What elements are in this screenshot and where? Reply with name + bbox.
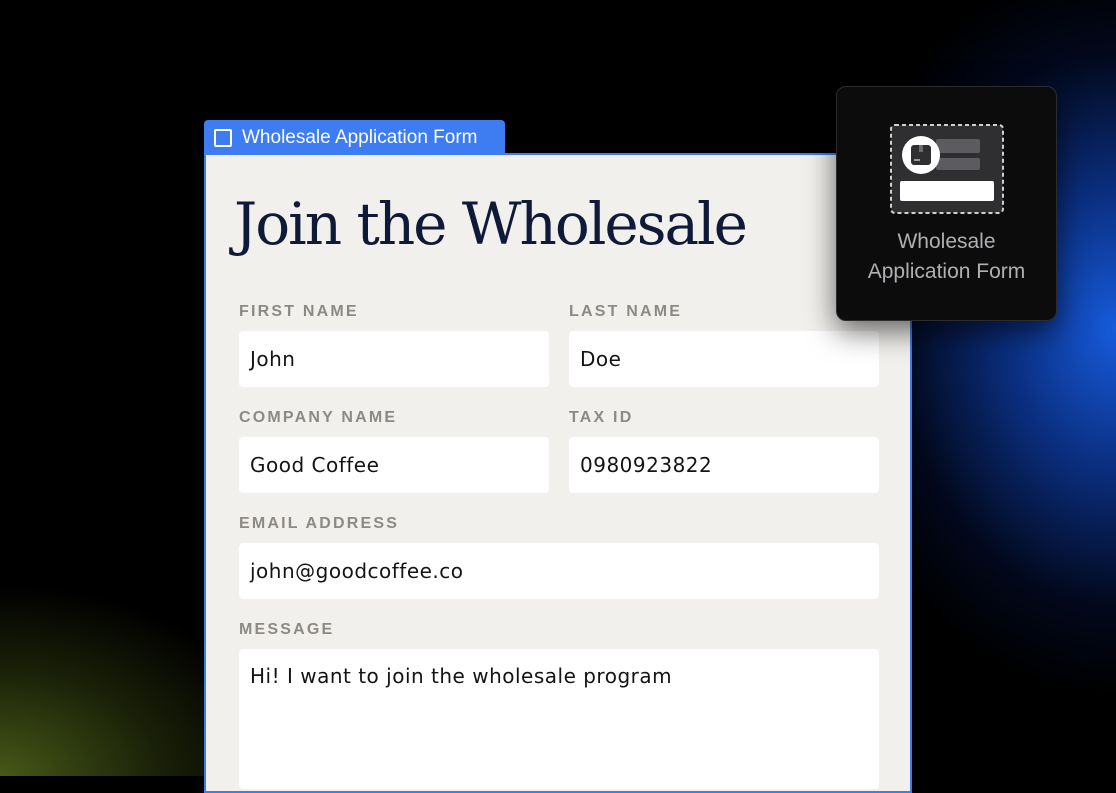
message-label: MESSAGE (239, 621, 335, 638)
last-name-label: LAST NAME (569, 303, 683, 320)
tax-id-input[interactable]: 0980923822 (569, 437, 879, 493)
widget-label: Wholesale Application Form (867, 230, 1026, 283)
tax-id-label: TAX ID (569, 409, 634, 426)
message-textarea[interactable]: Hi! I want to join the wholesale program (239, 649, 879, 789)
form-title: Join the Wholesale (234, 190, 748, 258)
widget-card[interactable]: Wholesale Application Form (836, 86, 1057, 321)
square-icon (214, 129, 232, 147)
company-name-label: COMPANY NAME (239, 409, 398, 426)
selection-tag-label: Wholesale Application Form (242, 127, 478, 148)
first-name-label: FIRST NAME (239, 303, 359, 320)
selection-tag[interactable]: Wholesale Application Form (204, 120, 505, 156)
email-input[interactable]: john@goodcoffee.co (239, 543, 879, 599)
email-label: EMAIL ADDRESS (239, 515, 400, 532)
form-block-icon (890, 124, 1004, 214)
company-name-input[interactable]: Good Coffee (239, 437, 549, 493)
form-card: Join the Wholesale FIRST NAME John LAST … (204, 153, 912, 793)
last-name-input[interactable]: Doe (569, 331, 879, 387)
first-name-input[interactable]: John (239, 331, 549, 387)
